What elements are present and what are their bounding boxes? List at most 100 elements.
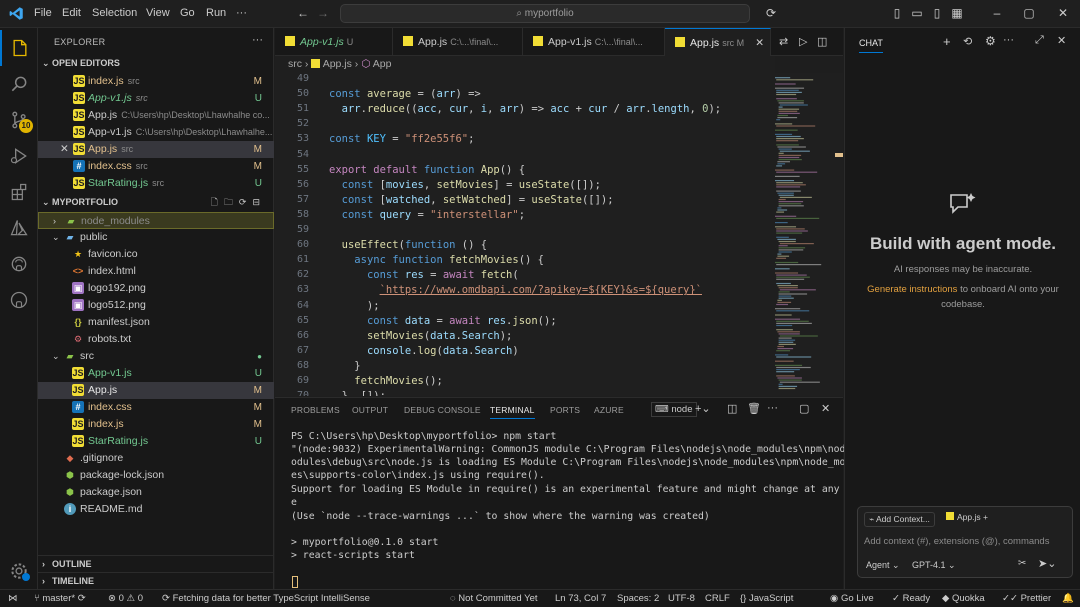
tree-file[interactable]: ⬢ package.json [38,484,274,501]
new-chat-icon[interactable]: + [943,34,951,49]
open-editor-item[interactable]: JS index.js src M [38,73,274,90]
settings-gear-icon[interactable]: ⚙ [985,34,996,48]
mode-select[interactable]: Agent ⌄ [866,560,900,571]
remote-icon[interactable]: ⋈ [8,593,18,604]
chat-tab[interactable]: CHAT [859,38,883,53]
tree-file[interactable]: JS App-v1.js U [38,365,274,382]
tree-folder-src[interactable]: ⌄ ▰ src ● [38,348,274,365]
tree-file[interactable]: ⬢ package-lock.json [38,467,274,484]
panel-tab-problems[interactable]: PROBLEMS [291,405,340,415]
problems-status[interactable]: ⊗ 0 ⚠ 0 [108,593,143,604]
open-editor-item[interactable]: JS App-v1.js C:\Users\hp\Desktop\Lhawhalh… [38,124,274,141]
breadcrumb-file[interactable]: App.js [323,58,352,70]
context-file-chip[interactable]: App.js + [946,512,988,522]
open-editor-item[interactable]: JS App-v1.js src U [38,90,274,107]
tree-file[interactable]: JS index.js M [38,416,274,433]
github-actions-icon[interactable] [0,246,38,282]
tab-app-v1-final[interactable]: App-v1.js C:\...\final\... [523,28,665,56]
model-select[interactable]: GPT-4.1 ⌄ [912,560,956,571]
menu-view[interactable]: View [146,7,170,19]
tree-file[interactable]: # index.css M [38,399,274,416]
tree-file-selected[interactable]: JS App.js M [38,382,274,399]
prettier-status[interactable]: ✓✓ Prettier [1002,593,1051,604]
tree-file[interactable]: ▣ logo512.png [38,297,274,314]
chat-input[interactable]: Add context (#), extensions (@), command… [864,536,1049,547]
customize-layout-icon[interactable]: ▦ [950,6,964,20]
open-editors-header[interactable]: ⌄ OPEN EDITORS [38,55,274,72]
menu-go[interactable]: Go [180,7,195,19]
history-icon[interactable]: ⟲ [963,35,972,48]
timeline-header[interactable]: › TIMELINE [38,572,274,589]
back-arrow-icon[interactable]: ← [296,6,310,20]
azure-icon[interactable] [0,210,38,246]
compare-changes-icon[interactable]: ⇄ [779,35,788,48]
cursor-position[interactable]: Ln 73, Col 7 [555,593,606,604]
add-context-button[interactable]: ⌁ Add Context... [864,512,935,527]
split-editor-icon[interactable]: ◫ [817,35,827,48]
close-panel-icon[interactable]: ✕ [821,402,830,415]
kill-terminal-icon[interactable]: 🗑 [747,402,761,415]
extensions-icon[interactable] [0,174,38,210]
generate-instructions-link[interactable]: Generate instructions [867,284,957,295]
tab-app-v1[interactable]: App-v1.js U [275,28,393,56]
open-editor-item[interactable]: JS StarRating.js src U [38,175,274,192]
send-icon[interactable]: ➤⌄ [1038,557,1056,570]
more-menu-icon[interactable]: ··· [236,7,247,19]
sidebar-more-icon[interactable]: ··· [252,34,263,46]
run-debug-icon[interactable] [0,138,38,174]
maximize-icon[interactable]: ▢ [1022,6,1036,20]
maximize-panel-icon[interactable]: ▢ [799,402,809,415]
git-blame-status[interactable]: ◌ Not Committed Yet [450,593,538,604]
go-live-button[interactable]: ◉ Go Live [830,593,874,604]
minimize-icon[interactable]: – [990,6,1004,20]
breadcrumb-folder[interactable]: src [288,58,302,70]
maximize-chat-icon[interactable]: ⤢ [1035,34,1044,47]
toggle-primary-sidebar-icon[interactable]: ▯ [890,6,904,20]
panel-more-icon[interactable]: ··· [767,402,778,414]
tree-file[interactable]: {} manifest.json [38,314,274,331]
tree-file[interactable]: i README.md [38,501,274,518]
project-header[interactable]: ⌄ MYPORTFOLIO 🗋🗀⟳⊟ [38,194,274,211]
notifications-bell-icon[interactable]: 🔔 [1062,593,1074,604]
eol-status[interactable]: CRLF [705,593,730,604]
toggle-secondary-sidebar-icon[interactable]: ▯ [930,6,944,20]
tree-file[interactable]: ◆ .gitignore [38,450,274,467]
close-window-icon[interactable]: ✕ [1056,6,1070,20]
menu-run[interactable]: Run [206,7,226,19]
github-icon[interactable] [0,282,38,318]
chat-more-icon[interactable]: ··· [1003,34,1014,46]
close-editor-icon[interactable]: ✕ [60,141,69,158]
branch-status[interactable]: ⑂ master* ⟳ [34,593,86,604]
menu-file[interactable]: File [34,7,52,19]
tools-icon[interactable]: ✂ [1018,558,1026,569]
outline-header[interactable]: › OUTLINE [38,555,274,572]
split-terminal-icon[interactable]: ◫ [727,402,737,415]
panel-tab-terminal[interactable]: TERMINAL [490,405,535,419]
panel-tab-ports[interactable]: PORTS [550,405,580,415]
open-editor-item[interactable]: # index.css src M [38,158,274,175]
tree-file[interactable]: <> index.html [38,263,274,280]
minimap[interactable] [771,73,843,396]
tree-file[interactable]: ⚙ robots.txt [38,331,274,348]
quokka-status[interactable]: ◆ Quokka [942,593,985,604]
run-icon[interactable]: ▷ [799,35,807,48]
manage-gear-icon[interactable] [0,553,38,589]
explorer-actions-icons[interactable]: 🗋🗀⟳⊟ [211,194,266,211]
forward-arrow-icon[interactable]: → [316,6,330,20]
toggle-panel-icon[interactable]: ▭ [910,6,924,20]
tree-folder-node-modules[interactable]: › ▰ node_modules [38,212,274,229]
terminal-instance[interactable]: ⌨ node [651,402,697,417]
new-terminal-icon[interactable]: +⌄ [695,402,711,415]
close-chat-icon[interactable]: ✕ [1057,34,1066,47]
search-activity-icon[interactable] [0,66,38,102]
language-status[interactable]: {} JavaScript [740,593,793,604]
panel-tab-output[interactable]: OUTPUT [352,405,388,415]
explorer-icon[interactable] [0,30,38,66]
open-editor-item-active[interactable]: ✕ JS App.js src M [38,141,274,158]
tab-app-final[interactable]: App.js C:\...\final\... [393,28,523,56]
copilot-icon[interactable]: ⟳ [764,6,778,20]
menu-selection[interactable]: Selection [92,7,137,19]
ready-status[interactable]: ✓ Ready [892,593,930,604]
open-editor-item[interactable]: JS App.js C:\Users\hp\Desktop\Lhawhalhe c… [38,107,274,124]
indentation-status[interactable]: Spaces: 2 [617,593,659,604]
